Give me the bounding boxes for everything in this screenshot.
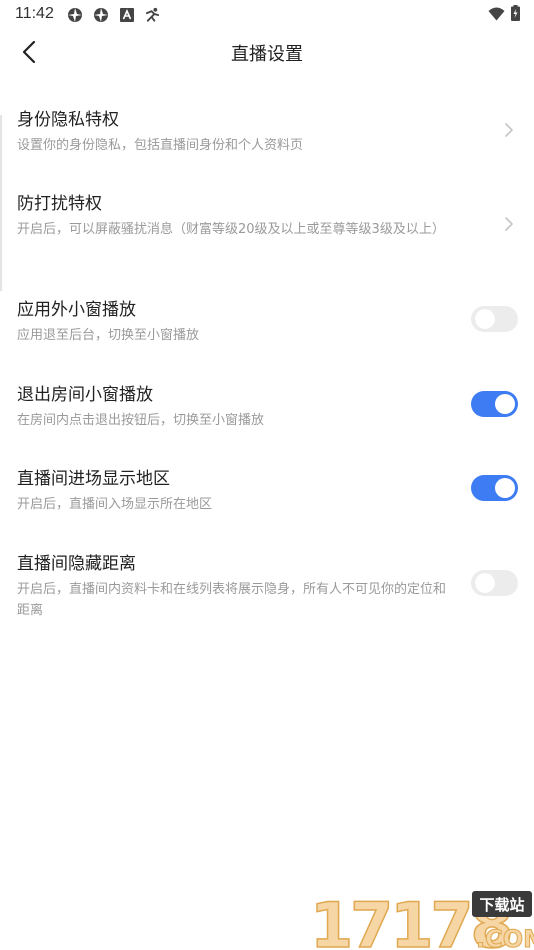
toggle-knob: [475, 309, 495, 329]
setting-desc: 开启后，可以屏蔽骚扰消息（财富等级20级及以上或至尊等级3级及以上）: [17, 222, 445, 237]
setting-desc: 开启后，直播间内资料卡和在线列表将展示隐身，所有人不可见你的定位和距离: [17, 582, 447, 618]
hide-distance-toggle[interactable]: [471, 570, 518, 596]
setting-row-do-not-disturb[interactable]: 防打扰特权 开启后，可以屏蔽骚扰消息（财富等级20级及以上或至尊等级3级及以上）: [0, 180, 534, 275]
setting-row-identity-privacy[interactable]: 身份隐私特权 设置你的身份隐私，包括直播间身份和个人资料页: [0, 96, 534, 168]
setting-row-exit-room-mini-window: 退出房间小窗播放 在房间内点击退出按钮后，切换至小窗播放: [0, 371, 534, 443]
aperture-icon: [92, 6, 109, 23]
status-bar: 11:42: [0, 0, 534, 30]
running-icon: [144, 6, 161, 23]
exit-room-mini-window-toggle[interactable]: [471, 391, 518, 417]
setting-row-background-mini-window: 应用外小窗播放 应用退至后台，切换至小窗播放: [0, 286, 534, 358]
setting-desc: 应用退至后台，切换至小窗播放: [17, 328, 200, 343]
chevron-right-icon: [505, 123, 513, 137]
wifi-icon: [488, 6, 505, 25]
setting-title: 防打扰特权: [17, 194, 102, 214]
setting-title: 身份隐私特权: [17, 110, 119, 130]
aperture-icon: [66, 6, 83, 23]
watermark-tag: 下载站: [479, 896, 524, 914]
background-mini-window-toggle[interactable]: [471, 306, 518, 332]
watermark-domain: .COM: [476, 925, 534, 950]
battery-icon: [511, 5, 520, 25]
status-time: 11:42: [15, 5, 54, 22]
toggle-knob: [495, 394, 515, 414]
setting-row-entry-show-region: 直播间进场显示地区 开启后，直播间入场显示所在地区: [0, 455, 534, 527]
entry-show-region-toggle[interactable]: [471, 475, 518, 501]
font-a-icon: [118, 6, 135, 23]
setting-row-hide-distance: 直播间隐藏距离 开启后，直播间内资料卡和在线列表将展示隐身，所有人不可见你的定位…: [0, 540, 534, 635]
setting-title: 直播间隐藏距离: [17, 554, 136, 574]
page-title: 直播设置: [231, 44, 303, 65]
setting-title: 退出房间小窗播放: [17, 385, 153, 405]
header-bar: 直播设置: [0, 30, 534, 76]
chevron-right-icon: [505, 217, 513, 231]
setting-title: 直播间进场显示地区: [17, 469, 170, 489]
setting-desc: 开启后，直播间入场显示所在地区: [17, 497, 213, 512]
system-icons: [488, 5, 520, 25]
setting-desc: 在房间内点击退出按钮后，切换至小窗播放: [17, 413, 265, 428]
notification-icons: [66, 6, 161, 23]
17178-watermark-logo: 17178 下载站 .COM: [310, 889, 534, 950]
toggle-knob: [475, 573, 495, 593]
setting-title: 应用外小窗播放: [17, 300, 136, 320]
toggle-knob: [495, 478, 515, 498]
setting-desc: 设置你的身份隐私，包括直播间身份和个人资料页: [17, 138, 304, 153]
